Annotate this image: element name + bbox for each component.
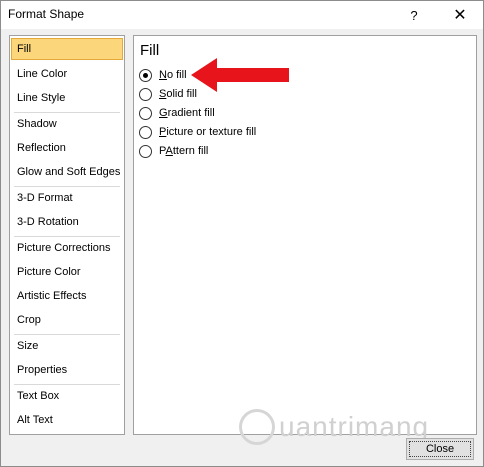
nav-item-glow-soft-edges[interactable]: Glow and Soft Edges — [11, 161, 123, 183]
nav-item-3d-rotation[interactable]: 3-D Rotation — [11, 211, 123, 233]
category-list: Fill Line Color Line Style Shadow Reflec… — [9, 35, 125, 435]
nav-item-line-style[interactable]: Line Style — [11, 87, 123, 109]
radio-button-checked[interactable] — [139, 68, 152, 82]
radio-label: No fill — [159, 69, 187, 81]
radio-pattern-fill[interactable]: PAttern fill — [139, 143, 208, 159]
nav-item-shadow[interactable]: Shadow — [11, 113, 123, 135]
help-button[interactable]: ? — [397, 1, 431, 29]
format-shape-dialog: Format Shape ? ✕ Fill Line Color Line St… — [0, 0, 484, 467]
radio-button[interactable] — [139, 87, 152, 101]
fill-panel: Fill No fill Solid fill Gradient fill Pi… — [133, 35, 477, 435]
nav-item-alt-text[interactable]: Alt Text — [11, 409, 123, 431]
radio-label: Picture or texture fill — [159, 126, 257, 138]
radio-button[interactable] — [139, 106, 152, 120]
nav-item-size[interactable]: Size — [11, 335, 123, 357]
nav-item-picture-color[interactable]: Picture Color — [11, 261, 123, 283]
radio-solid-fill[interactable]: Solid fill — [139, 86, 197, 102]
nav-item-picture-corrections[interactable]: Picture Corrections — [11, 237, 123, 259]
nav-item-crop[interactable]: Crop — [11, 309, 123, 331]
radio-gradient-fill[interactable]: Gradient fill — [139, 105, 215, 121]
title-bar: Format Shape ? ✕ — [1, 1, 483, 29]
radio-no-fill[interactable]: No fill — [139, 67, 187, 83]
nav-item-artistic-effects[interactable]: Artistic Effects — [11, 285, 123, 307]
radio-picture-texture-fill[interactable]: Picture or texture fill — [139, 124, 256, 140]
nav-item-3d-format[interactable]: 3-D Format — [11, 187, 123, 209]
radio-button[interactable] — [139, 144, 152, 158]
nav-item-fill[interactable]: Fill — [11, 38, 123, 60]
radio-label: PAttern fill — [159, 145, 209, 157]
radio-label: Gradient fill — [159, 107, 215, 119]
nav-item-properties[interactable]: Properties — [11, 359, 123, 381]
watermark-icon — [239, 409, 275, 445]
dialog-title: Format Shape — [8, 7, 85, 21]
panel-title: Fill — [140, 42, 160, 59]
red-arrow-annotation — [191, 58, 289, 92]
watermark-logo: uantrimang — [239, 409, 429, 445]
nav-item-text-box[interactable]: Text Box — [11, 385, 123, 407]
nav-item-reflection[interactable]: Reflection — [11, 137, 123, 159]
nav-item-line-color[interactable]: Line Color — [11, 63, 123, 85]
radio-button[interactable] — [139, 125, 152, 139]
close-icon[interactable]: ✕ — [437, 1, 483, 29]
close-button[interactable]: Close — [406, 438, 474, 460]
